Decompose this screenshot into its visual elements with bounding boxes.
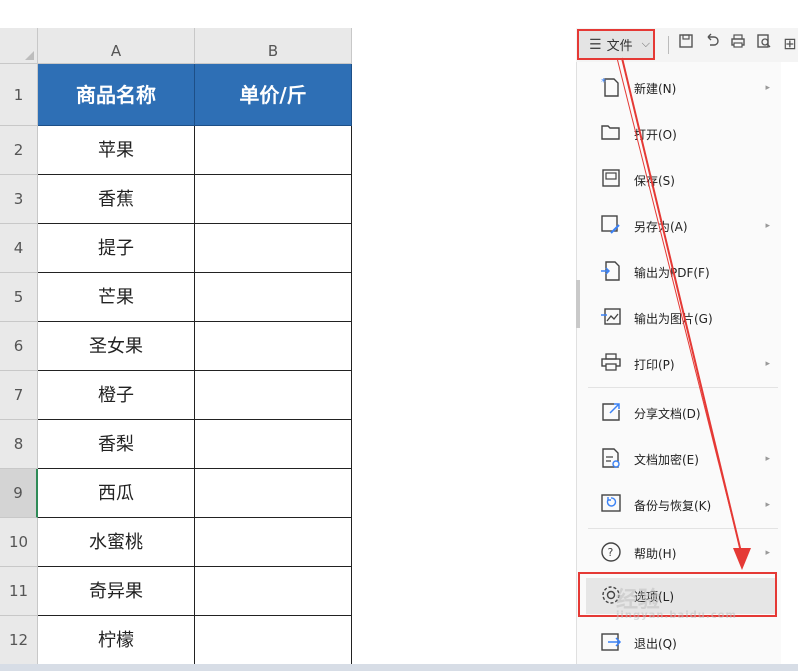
bottom-status-strip: [0, 664, 798, 671]
annotation-arrow: [616, 57, 751, 570]
